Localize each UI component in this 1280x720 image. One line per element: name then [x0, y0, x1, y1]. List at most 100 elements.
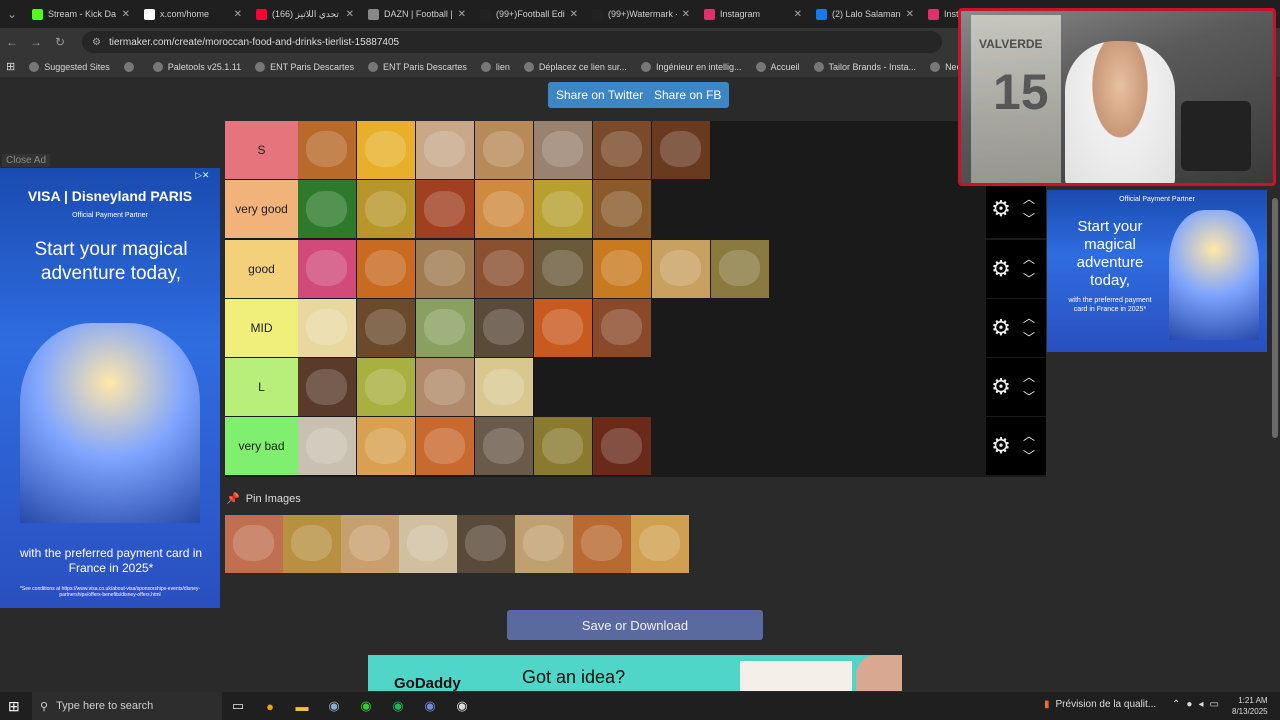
pin-image-tile[interactable] [457, 515, 515, 573]
food-image-tile[interactable] [475, 417, 533, 476]
browser-tab[interactable]: (2) Lalo Salamanc ✕ [808, 0, 920, 28]
food-image-tile[interactable] [298, 239, 356, 298]
food-image-tile[interactable] [475, 298, 533, 357]
ad-choices-icon[interactable]: ▷✕ [195, 170, 209, 181]
app-icon[interactable]: ◉ [318, 698, 350, 714]
right-ad-banner[interactable]: Official Payment Partner Start your magi… [1047, 190, 1267, 352]
url-field[interactable]: ⚙ tiermaker.com/create/moroccan-food-and… [82, 31, 942, 53]
gear-icon[interactable]: ⚙ [986, 315, 1016, 341]
food-image-tile[interactable] [357, 180, 415, 239]
media-app-icon[interactable]: ◉ [350, 698, 382, 714]
volume-icon[interactable]: ◂ [1198, 699, 1203, 710]
tier-label[interactable]: good [225, 239, 298, 298]
food-image-tile[interactable] [416, 239, 474, 298]
bookmark-item[interactable]: Paletools v25.1.11 [152, 61, 241, 72]
browser-tab[interactable]: Instagram ✕ [696, 0, 808, 28]
food-image-tile[interactable] [593, 121, 651, 179]
food-image-tile[interactable] [593, 417, 651, 476]
obs-icon[interactable]: ◉ [446, 698, 478, 714]
food-image-tile[interactable] [357, 417, 415, 476]
food-image-tile[interactable] [475, 121, 533, 179]
chevron-up-icon[interactable]: ︿ [1023, 426, 1035, 446]
tier-label[interactable]: very bad [225, 417, 298, 476]
share-fb-button[interactable]: Share on FB [646, 82, 730, 108]
browser-tab[interactable]: Stream - Kick Da ✕ [24, 0, 136, 28]
pin-image-tile[interactable] [341, 515, 399, 573]
food-image-tile[interactable] [593, 180, 651, 239]
save-download-button[interactable]: Save or Download [507, 610, 763, 640]
spotify-icon[interactable]: ◉ [382, 698, 414, 714]
forward-icon[interactable]: → [24, 35, 48, 49]
task-view-icon[interactable]: ▭ [222, 698, 254, 714]
chevron-up-icon[interactable]: ︿ [1023, 249, 1035, 269]
chevron-down-icon[interactable]: ﹀ [1023, 328, 1035, 348]
food-image-tile[interactable] [593, 239, 651, 298]
chevron-down-icon[interactable]: ﹀ [1023, 387, 1035, 407]
apps-grid-icon[interactable]: ⊞ [6, 60, 15, 73]
bookmark-item[interactable]: Ingénieur en intellig... [640, 61, 742, 72]
food-image-tile[interactable] [534, 121, 592, 179]
food-image-tile[interactable] [357, 239, 415, 298]
tier-label[interactable]: MID [225, 298, 298, 357]
food-image-tile[interactable] [416, 180, 474, 239]
tab-close-icon[interactable]: ✕ [794, 9, 802, 20]
food-image-tile[interactable] [593, 298, 651, 357]
tab-close-icon[interactable]: ✕ [122, 9, 130, 20]
left-ad-banner[interactable]: ▷✕ VISA | Disneyland PARIS Official Paym… [0, 168, 220, 608]
food-image-tile[interactable] [534, 417, 592, 476]
tab-close-icon[interactable]: ✕ [346, 9, 354, 20]
site-info-icon[interactable]: ⚙ [92, 37, 101, 48]
tab-list-chevron-icon[interactable]: ⌄ [0, 7, 24, 21]
share-twitter-button[interactable]: Share on Twitter [548, 82, 652, 108]
tier-label[interactable]: very good [225, 180, 298, 239]
bookmark-item[interactable]: Suggested Sites [29, 61, 110, 72]
food-image-tile[interactable] [416, 358, 474, 417]
food-image-tile[interactable] [534, 239, 592, 298]
chevron-up-icon[interactable]: ︿ [1023, 308, 1035, 328]
food-image-tile[interactable] [475, 239, 533, 298]
tray-chevron-icon[interactable]: ⌃ [1172, 699, 1180, 710]
food-image-tile[interactable] [534, 180, 592, 239]
bookmark-item[interactable]: ENT Paris Descartes [368, 61, 467, 72]
food-image-tile[interactable] [298, 121, 356, 179]
pin-image-tile[interactable] [631, 515, 689, 573]
file-explorer-icon[interactable]: ▬ [286, 699, 318, 714]
tab-close-icon[interactable]: ✕ [682, 9, 690, 20]
bottom-ad-banner[interactable]: GoDaddy Got an idea? [368, 655, 902, 691]
bookmark-item[interactable]: Tailor Brands - Insta... [813, 61, 916, 72]
bookmark-item[interactable] [123, 61, 139, 72]
chevron-down-icon[interactable]: ﹀ [1023, 269, 1035, 289]
pin-image-tile[interactable] [399, 515, 457, 573]
reload-icon[interactable]: ↻ [48, 35, 72, 49]
pin-image-tile[interactable] [283, 515, 341, 573]
food-image-tile[interactable] [357, 358, 415, 417]
food-image-tile[interactable] [357, 298, 415, 357]
pin-image-tile[interactable] [515, 515, 573, 573]
browser-tab[interactable]: (99+)Watermark - ✕ [584, 0, 696, 28]
chevron-down-icon[interactable]: ﹀ [1023, 209, 1035, 229]
food-image-tile[interactable] [298, 417, 356, 476]
network-icon[interactable]: ▭ [1209, 699, 1218, 710]
taskbar-search-box[interactable]: ⚲ Type here to search [32, 692, 222, 720]
browser-tab[interactable]: x.com/home ✕ [136, 0, 248, 28]
chrome-icon[interactable]: ● [254, 699, 286, 714]
pin-image-tile[interactable] [225, 515, 283, 573]
food-image-tile[interactable] [711, 239, 769, 298]
bookmark-item[interactable]: Déplacez ce lien sur... [523, 61, 627, 72]
gear-icon[interactable]: ⚙ [986, 256, 1016, 282]
weather-widget[interactable]: ▮ Prévision de la qualit... [1044, 699, 1156, 710]
microphone-icon[interactable]: ● [1186, 699, 1192, 710]
tab-close-icon[interactable]: ✕ [906, 9, 914, 20]
tab-close-icon[interactable]: ✕ [458, 9, 466, 20]
bookmark-item[interactable]: lien [480, 61, 510, 72]
chevron-down-icon[interactable]: ﹀ [1023, 446, 1035, 466]
clock[interactable]: 1:21 AM 8/13/2025 [1232, 695, 1268, 717]
bookmark-item[interactable]: Accueil [755, 61, 800, 72]
discord-icon[interactable]: ◉ [414, 698, 446, 714]
chevron-up-icon[interactable]: ︿ [1023, 189, 1035, 209]
food-image-tile[interactable] [416, 121, 474, 179]
food-image-tile[interactable] [534, 298, 592, 357]
back-icon[interactable]: ← [0, 35, 24, 49]
gear-icon[interactable]: ⚙ [986, 196, 1016, 222]
bookmark-item[interactable]: ENT Paris Descartes [255, 61, 354, 72]
